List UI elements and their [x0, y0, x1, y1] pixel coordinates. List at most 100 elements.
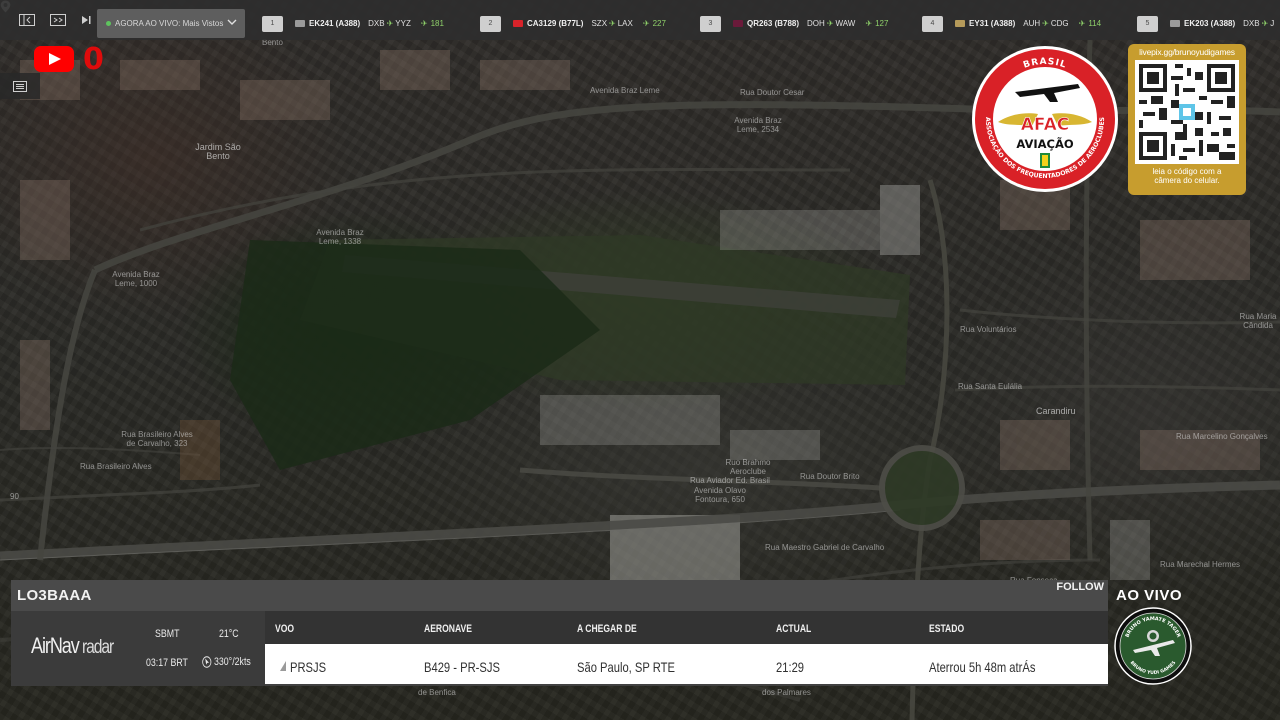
- flight-number: PRSJS: [290, 659, 327, 675]
- airline-logo-icon: [1170, 20, 1180, 27]
- youtube-icon: [34, 46, 74, 72]
- live-status-dot: [106, 21, 111, 26]
- brand-name: AirNav: [31, 633, 80, 658]
- live-label: AO VIVO: [1116, 587, 1183, 604]
- plane-icon: ✈: [865, 19, 873, 28]
- destination-code: YYZ: [395, 19, 411, 28]
- plane-icon: ✈: [420, 19, 428, 28]
- hangar-building: [880, 185, 920, 255]
- flight-code: EK241 (A388): [309, 19, 361, 28]
- map-label: Rua Doutor Brito: [800, 472, 860, 481]
- flight-code: EY31 (A388): [969, 19, 1016, 28]
- airline-logo-icon: [513, 20, 523, 27]
- column-header: VOO: [275, 623, 295, 635]
- origin-code: AUH: [1023, 19, 1041, 28]
- qr-caption: leia o código com a câmera do celular.: [1134, 167, 1240, 185]
- map-label: Avenida Braz Leme, 2534: [734, 116, 782, 134]
- destination-code: LAX: [617, 19, 633, 28]
- flight-route: SZX ✈ LAX: [591, 19, 632, 28]
- map-label: Avenida Braz Leme: [590, 86, 660, 95]
- viewer-count-value: 181: [430, 19, 444, 28]
- aircraft-type-icon: [280, 661, 286, 671]
- flight-status: Aterrou 5h 48m atrÁs: [929, 659, 1036, 675]
- map-label: de Benfica: [418, 688, 456, 697]
- flight-list-button[interactable]: [0, 73, 40, 99]
- wind-info: 330°/2kts: [202, 656, 251, 668]
- flight-ticker-item[interactable]: 3 QR263 (B788) DOH ✈ WAW ✈ 127: [700, 15, 888, 32]
- origin-code: DOH: [807, 19, 825, 28]
- aircraft-type: B429 - PR-SJS: [424, 659, 500, 675]
- column-header: ESTADO: [929, 623, 965, 635]
- plane-arrow-icon: ✈: [609, 19, 616, 28]
- flight-ticker-item[interactable]: 5 EK203 (A388) DXB ✈ J: [1137, 15, 1280, 32]
- aircraft-registration: LO3BAAA: [17, 587, 92, 604]
- live-now-label: AGORA AO VIVO: Mais Vistos: [115, 19, 224, 28]
- wind-value: 330°/2kts: [214, 656, 251, 668]
- column-header: AERONAVE: [424, 623, 472, 635]
- flight-ticker-item[interactable]: 1 EK241 (A388) DXB ✈ YYZ ✈ 181: [262, 15, 444, 32]
- roundabout: [879, 445, 965, 531]
- qr-donation-card[interactable]: livepix.gg/brunoyudigames leia o código …: [1128, 44, 1246, 195]
- map-label: Rua Maestro Gabriel de Carvalho: [765, 543, 885, 552]
- map-label: dos Palmares: [762, 688, 811, 697]
- map-label: Rua Voluntários: [960, 325, 1017, 334]
- chevron-down-icon: [227, 19, 237, 25]
- flight-route: AUH ✈ CDG: [1023, 19, 1068, 28]
- qr-code: [1135, 60, 1239, 164]
- map-label: Rua Brasileiro Alves de Carvalho, 323: [121, 430, 193, 448]
- airline-logo-icon: [733, 20, 743, 27]
- expand-view-icon[interactable]: [49, 13, 67, 27]
- map-label: Avenida Braz Leme, 1338: [316, 228, 364, 246]
- local-time: 03:17 BRT: [146, 657, 188, 669]
- viewer-count: ✈ 227: [643, 19, 666, 28]
- viewer-count: ✈ 114: [1079, 19, 1101, 28]
- viewer-count: ✈ 127: [865, 19, 888, 28]
- airport-info: AirNav radar SBMT 21°C 03:17 BRT 330°/2kt…: [11, 611, 265, 686]
- panel-header: LO3BAAA: [11, 580, 1108, 611]
- sidebar-toggle-icon[interactable]: [18, 13, 36, 27]
- destination-code: CDG: [1050, 19, 1069, 28]
- actual-time: 21:29: [776, 659, 805, 675]
- flight-table-header: VOO AERONAVE A CHEGAR DE ACTUAL ESTADO: [265, 611, 1108, 644]
- map-label: Rua Marechal Hermes: [1160, 560, 1241, 569]
- plane-icon: ✈: [642, 19, 650, 28]
- wind-compass-icon: [202, 656, 212, 668]
- flight-code: QR263 (B788): [747, 19, 800, 28]
- qr-code-icon: [1135, 60, 1239, 164]
- rank-badge: 4: [922, 15, 943, 32]
- origin-code: DXB: [368, 19, 385, 28]
- flight-ticker-item[interactable]: 4 EY31 (A388) AUH ✈ CDG ✈ 114: [922, 15, 1101, 32]
- rank-badge: 1: [262, 15, 283, 32]
- viewer-count-value: 127: [875, 19, 889, 28]
- airline-logo-icon: [955, 20, 965, 27]
- flight-ticker-item[interactable]: 2 CA3129 (B77L) SZX ✈ LAX ✈ 227: [480, 15, 666, 32]
- channel-logo: BRUNO YAMATE TAGER BRUNO YUDI GAMES: [1114, 607, 1192, 685]
- viewer-count: ✈ 181: [421, 19, 444, 28]
- flight-info-panel: LO3BAAA FOLLOW AirNav radar SBMT 21°C 03:…: [11, 580, 1108, 686]
- plane-arrow-icon: ✈: [1261, 19, 1269, 28]
- live-now-dropdown[interactable]: AGORA AO VIVO: Mais Vistos: [97, 9, 245, 38]
- plane-arrow-icon: ✈: [1042, 19, 1049, 28]
- table-row[interactable]: PRSJS B429 - PR-SJS São Paulo, SP RTE 21…: [265, 644, 1108, 684]
- youtube-counter: 0: [83, 42, 104, 77]
- follow-button[interactable]: FOLLOW: [1056, 581, 1104, 593]
- plane-icon: ✈: [1078, 19, 1086, 28]
- destination-code: WAW: [835, 19, 856, 28]
- plane-arrow-icon: ✈: [826, 19, 834, 28]
- origin-code: DXB: [1243, 19, 1260, 28]
- map-label: 90: [10, 492, 19, 501]
- map-label: Rua Aviador Ed. Brasil: [690, 476, 770, 485]
- flight-route: DXB ✈ J: [1243, 19, 1274, 28]
- map-label: Rua Maria Cândida: [1239, 312, 1277, 330]
- viewer-count-value: 114: [1088, 19, 1102, 28]
- list-icon: [13, 80, 27, 92]
- rank-badge: 3: [700, 15, 721, 32]
- afac-brand: AFAC: [1021, 115, 1069, 135]
- map-label: Rua Marcelino Gonçalves: [1176, 432, 1268, 441]
- map-label: Rua Doutor Cesar: [740, 88, 805, 97]
- origin-code: SZX: [591, 19, 608, 28]
- skip-next-icon[interactable]: [77, 13, 95, 27]
- map-label: Avenida Braz Leme, 1000: [112, 270, 160, 288]
- map-label: Avenida Olavo Fontoura, 650: [694, 486, 746, 504]
- afac-logo: BRASIL ASSOCIAÇÃO DOS FREQUENTADORES DE …: [972, 46, 1118, 192]
